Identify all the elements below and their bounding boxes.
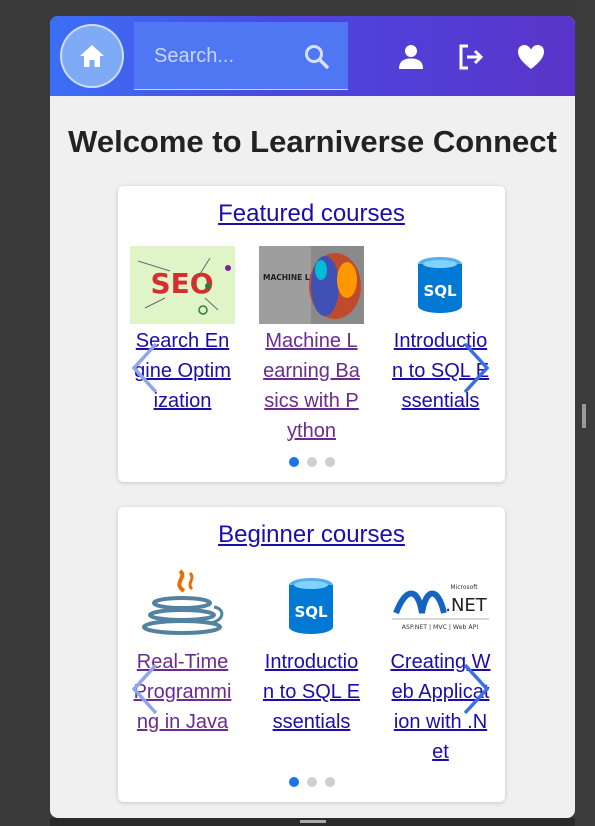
app-window: Welcome to Learniverse Connect Featured … (50, 16, 575, 818)
browser-frame-top (0, 0, 595, 16)
seo-logo-text: SEO (150, 267, 213, 300)
carousel-prev-arrow[interactable] (130, 342, 160, 394)
java-thumbnail (130, 567, 235, 645)
scrollbar-thumb[interactable] (300, 820, 326, 823)
horizontal-scrollbar[interactable] (50, 818, 575, 826)
course-title-link[interactable]: Introduction to SQL Essentials (259, 647, 364, 737)
carousel-dot[interactable] (306, 457, 317, 467)
carousel-dot[interactable] (306, 777, 317, 787)
sql-logo-text: SQL (294, 603, 328, 621)
search-bar (134, 22, 348, 90)
home-icon (80, 45, 104, 67)
sql-logo-text: SQL (423, 282, 457, 300)
search-input[interactable] (152, 40, 306, 72)
carousel-dot[interactable] (324, 777, 335, 787)
featured-courses-card: Featured courses SEO Search Engine Optim… (118, 186, 505, 482)
course-item[interactable]: SQL Introduction to SQL Essentials (259, 567, 364, 737)
beginner-courses-card: Beginner courses Real-Time Programming i… (118, 507, 505, 802)
sql-thumbnail: SQL (259, 567, 364, 645)
carousel-next-arrow[interactable] (461, 663, 491, 715)
carousel-dots (118, 774, 505, 792)
dotnet-tagline: ASP.NET | MVC | Web API (402, 624, 479, 631)
top-navbar (50, 16, 575, 96)
page-title: Welcome to Learniverse Connect (68, 124, 557, 159)
logout-icon[interactable] (456, 42, 486, 72)
sql-thumbnail: SQL (388, 246, 493, 324)
carousel-dot[interactable] (288, 777, 299, 787)
dotnet-brand-text: Microsoft (450, 584, 478, 591)
resize-grip[interactable] (582, 404, 586, 428)
course-title-link[interactable]: Machine Learning Basics with Python (259, 326, 364, 446)
dotnet-thumbnail: Microsoft .NET ASP.NET | MVC | Web API (388, 567, 493, 645)
carousel-next-arrow[interactable] (461, 342, 491, 394)
user-icon[interactable] (396, 42, 426, 72)
beginner-courses-title[interactable]: Beginner courses (118, 521, 505, 549)
featured-courses-title[interactable]: Featured courses (118, 200, 505, 228)
seo-thumbnail: SEO (130, 246, 235, 324)
dotnet-logo-text: .NET (445, 595, 488, 616)
search-icon[interactable] (304, 44, 330, 70)
heart-icon[interactable] (516, 42, 546, 72)
course-item[interactable]: MACHINE LEARNING Machine Learning Basics… (259, 246, 364, 446)
home-button[interactable] (60, 24, 124, 88)
carousel-dot[interactable] (324, 457, 335, 467)
machine-learning-thumbnail: MACHINE LEARNING (259, 246, 364, 324)
carousel-prev-arrow[interactable] (130, 663, 160, 715)
carousel-dot[interactable] (288, 457, 299, 467)
carousel-dots (118, 454, 505, 472)
